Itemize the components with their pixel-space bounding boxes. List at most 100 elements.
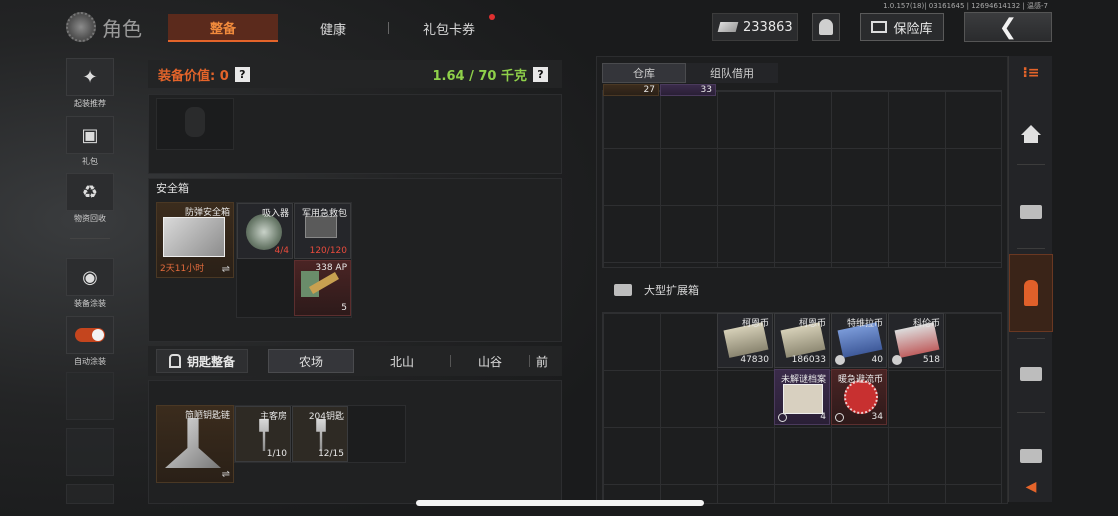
keychain-item[interactable]: 简陋钥匙链 ⇌ xyxy=(156,405,234,483)
page-title-text: 角色 xyxy=(102,16,142,41)
key-loadout-bar: 钥匙整备 农场 北山 山谷 前 xyxy=(148,346,562,376)
warehouse-item-partial[interactable]: 33 xyxy=(660,84,716,96)
sidebar-item-label: 礼包 xyxy=(82,157,98,166)
vault-button[interactable]: 保险库 xyxy=(860,13,944,41)
key-loadout-button[interactable]: 钥匙整备 xyxy=(156,349,248,373)
tab-warehouse[interactable]: 仓库 xyxy=(602,63,686,83)
agent-button[interactable] xyxy=(812,13,840,41)
currency-item[interactable]: 柯恩币 186033 xyxy=(774,313,830,368)
expansion-box-icon xyxy=(614,284,632,296)
tab-team-borrow[interactable]: 组队借用 xyxy=(686,63,778,83)
category-box-1[interactable] xyxy=(1009,182,1053,242)
map-tab-north-mountain[interactable]: 北山 xyxy=(354,349,450,373)
tab-gift-cards-label: 礼包卡券 xyxy=(422,22,475,38)
category-ammo[interactable] xyxy=(1009,254,1053,332)
empty-slot xyxy=(66,484,114,504)
key-loadout-label: 钥匙整备 xyxy=(186,354,235,369)
gun-icon: ✦ xyxy=(66,58,114,96)
clock-icon xyxy=(835,413,844,422)
item-name: 柯恩币 xyxy=(741,319,769,329)
item-name: 未解谜档案 xyxy=(780,375,826,385)
page-title: 角色 xyxy=(66,12,142,42)
map-tab-more[interactable]: 前 xyxy=(530,349,560,373)
item-name: 柯恩币 xyxy=(798,319,826,329)
map-tab-valley[interactable]: 山谷 xyxy=(451,349,529,373)
backpack-slot[interactable] xyxy=(156,98,234,150)
medkit-item[interactable]: 军用急救包 120/120 xyxy=(294,203,351,259)
back-button[interactable]: ❮ xyxy=(964,12,1052,42)
auto-skin-toggle[interactable] xyxy=(66,316,114,354)
tab-gift-cards[interactable]: 礼包卡券 xyxy=(389,14,509,42)
safe-case-image xyxy=(163,217,225,257)
box-icon xyxy=(1020,449,1042,463)
sort-button[interactable]: ⁝≡ xyxy=(1009,56,1053,90)
currency-item[interactable]: 特维拉币 40 xyxy=(831,313,887,368)
category-all[interactable] xyxy=(1009,100,1053,160)
recycle-icon: ♻ xyxy=(66,173,114,211)
version-label: 1.0.157(18)| 03161645 | 12694614132 | 温感… xyxy=(883,2,1048,10)
collapse-button[interactable]: ◀ xyxy=(1009,474,1053,500)
document-image xyxy=(783,384,823,414)
sidebar-item-label: 自动涂装 xyxy=(74,357,106,366)
key-image xyxy=(259,419,269,451)
weight-text: 1.64 / 70 千克 xyxy=(432,68,528,84)
main-tabs: 整备 健康 礼包卡券 xyxy=(168,14,509,42)
item-count: 34 xyxy=(871,412,883,422)
key-item[interactable]: 204钥匙 12/15 xyxy=(292,406,348,462)
category-divider xyxy=(1017,164,1045,165)
item-count: 27 xyxy=(643,85,655,95)
tab-gear[interactable]: 整备 xyxy=(168,14,278,42)
sidebar-item-skins[interactable]: ◉ 装备涂装 xyxy=(66,258,114,309)
coin-image xyxy=(844,380,878,414)
sidebar-item-label: 物资回收 xyxy=(74,214,106,223)
home-indicator[interactable] xyxy=(416,500,704,506)
sidebar-item-gift[interactable]: ▣ 礼包 xyxy=(66,116,114,167)
item-count: 186033 xyxy=(791,355,826,365)
box-icon xyxy=(1020,205,1042,219)
document-item[interactable]: 未解谜档案 4 xyxy=(774,369,830,425)
medkit-image xyxy=(305,216,337,238)
item-count: 4/4 xyxy=(274,246,289,256)
storage-category-column: ⁝≡ ◀ xyxy=(1008,56,1053,502)
category-box-2[interactable] xyxy=(1009,344,1053,404)
expansion-box-title: 大型扩展箱 xyxy=(644,284,699,297)
sidebar-item-recycle[interactable]: ♻ 物资回收 xyxy=(66,173,114,224)
vault-label: 保险库 xyxy=(893,21,933,37)
coin-item[interactable]: 暖急避流币 34 xyxy=(831,369,887,425)
currency-item[interactable]: 科伦币 518 xyxy=(888,313,944,368)
category-divider xyxy=(1017,248,1045,249)
equipment-value-bar: 装备价值: 0 ? 1.64 / 70 千克 ? xyxy=(148,60,562,88)
category-divider xyxy=(1017,412,1045,413)
map-tab-farm[interactable]: 农场 xyxy=(268,349,354,373)
safe-case-item[interactable]: 防弹安全箱 2天11小时 ⇌ xyxy=(156,202,234,278)
sidebar-item-auto-skin[interactable]: 自动涂装 xyxy=(66,316,114,367)
chevron-left-icon: ◀ xyxy=(1025,479,1037,495)
swap-icon[interactable]: ⇌ xyxy=(222,469,230,480)
tab-health[interactable]: 健康 xyxy=(278,14,388,42)
currency-display[interactable]: 233863 xyxy=(712,13,798,41)
warehouse-grid[interactable] xyxy=(602,90,1002,268)
item-count: 40 xyxy=(871,355,883,365)
item-name: 科伦币 xyxy=(912,319,940,329)
swap-icon[interactable]: ⇌ xyxy=(222,264,230,275)
item-timer: 2天11小时 xyxy=(160,264,205,274)
helmet-icon: ◉ xyxy=(66,258,114,296)
item-count: 12/15 xyxy=(318,449,344,459)
cash-icon xyxy=(717,22,739,32)
sidebar-item-loadout[interactable]: ✦ 起装推荐 xyxy=(66,58,114,109)
help-icon[interactable]: ? xyxy=(234,66,250,82)
help-icon[interactable]: ? xyxy=(533,66,548,82)
game-logo-icon xyxy=(66,12,96,42)
ammo-item[interactable]: 338 AP 5 xyxy=(294,260,351,316)
item-count: 47830 xyxy=(740,355,769,365)
empty-slot xyxy=(66,372,114,420)
currency-item[interactable]: 柯恩币 47830 xyxy=(717,313,773,368)
key-image xyxy=(316,419,326,451)
expansion-box-header: 大型扩展箱 xyxy=(614,282,699,298)
toggle-icon xyxy=(75,328,105,342)
inhaler-item[interactable]: 吸入器 4/4 xyxy=(237,203,293,259)
safe-box-title: 安全箱 xyxy=(156,182,189,195)
key-item[interactable]: 主客房 1/10 xyxy=(235,406,291,462)
sidebar-item-label: 装备涂装 xyxy=(74,299,106,308)
warehouse-item-partial[interactable]: 27 xyxy=(603,84,659,96)
